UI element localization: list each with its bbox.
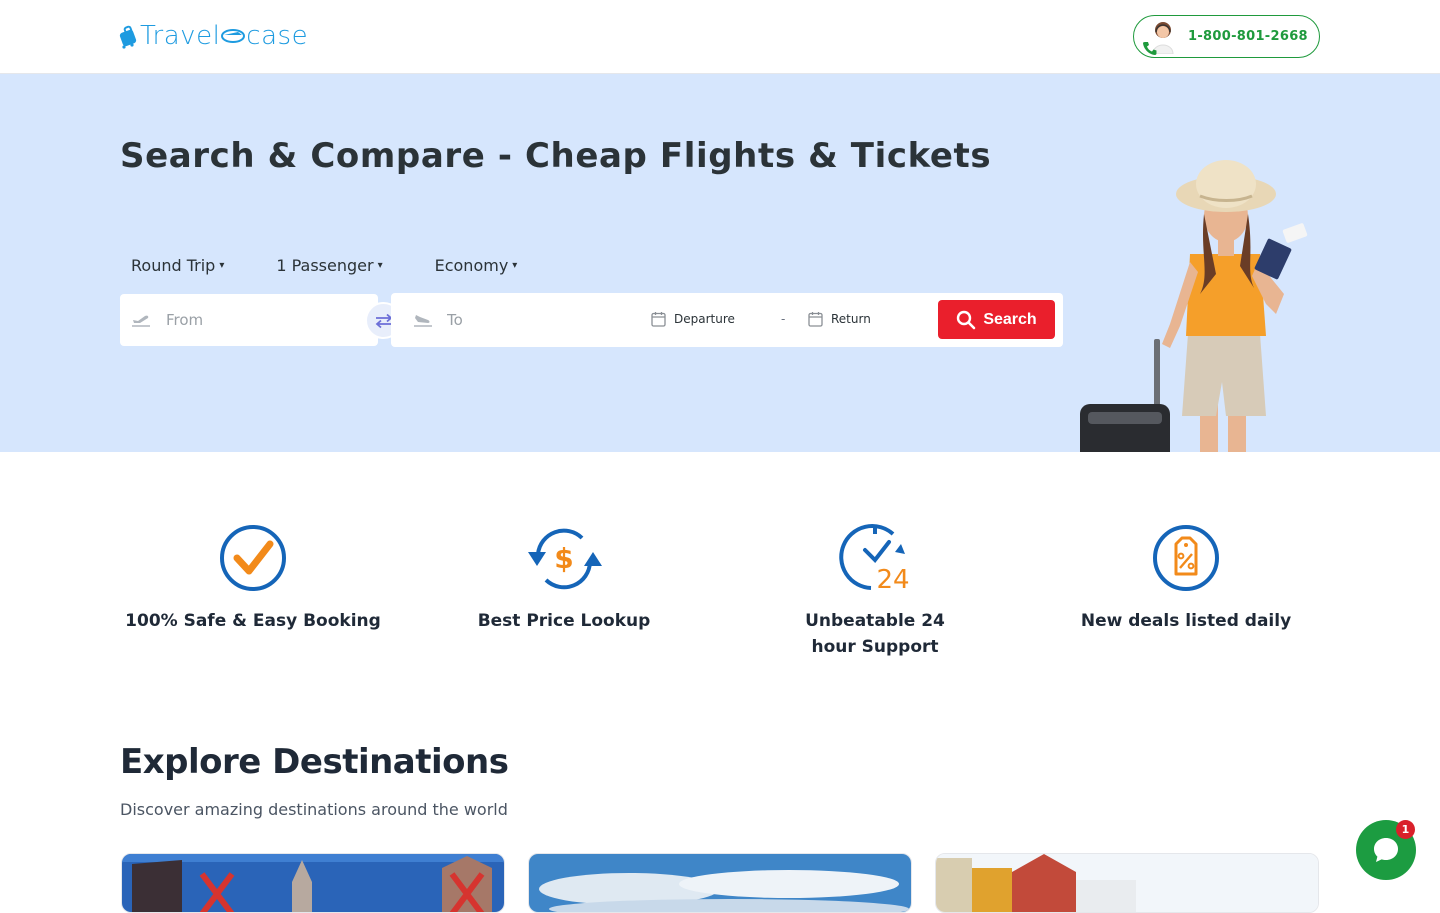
- departure-label: Departure: [674, 312, 735, 326]
- explore-title: Explore Destinations: [120, 742, 509, 782]
- feature-label: New deals listed daily: [1080, 611, 1292, 631]
- chevron-down-icon: ▾: [512, 260, 518, 271]
- return-date-picker[interactable]: Return: [808, 311, 871, 327]
- destination-card[interactable]: [528, 853, 912, 913]
- destination-card[interactable]: [935, 853, 1319, 913]
- hero-search-section: Search & Compare - Cheap Flights & Ticke…: [0, 74, 1440, 452]
- discount-tag-icon: [1153, 525, 1219, 591]
- passengers-label: 1 Passenger: [276, 256, 374, 275]
- search-button[interactable]: Search: [938, 300, 1055, 339]
- destination-image: [529, 854, 911, 912]
- feature-label: Best Price Lookup: [477, 611, 651, 631]
- logo-text-travel: Travel: [140, 21, 221, 51]
- feature-safe-booking: 100% Safe & Easy Booking: [113, 522, 393, 634]
- passengers-dropdown[interactable]: 1 Passenger ▾: [265, 254, 393, 277]
- chevron-down-icon: ▾: [377, 260, 383, 271]
- destination-image: [122, 854, 504, 912]
- chevron-down-icon: ▾: [219, 260, 225, 271]
- plane-takeoff-icon: [132, 315, 150, 327]
- date-separator: -: [781, 312, 786, 326]
- svg-text:$: $: [554, 542, 573, 575]
- destination-image: [936, 854, 1318, 912]
- clock-24-icon: 24: [839, 524, 910, 594]
- traveler-woman-image: [1080, 160, 1308, 452]
- explore-subtitle: Discover amazing destinations around the…: [120, 800, 508, 819]
- hero-title: Search & Compare - Cheap Flights & Ticke…: [120, 136, 992, 176]
- site-header: Travel case 1-800-801-2668: [0, 0, 1440, 74]
- chat-notification-badge: 1: [1396, 820, 1415, 839]
- search-options: Round Trip ▾ 1 Passenger ▾ Economy ▾: [120, 254, 558, 277]
- calendar-icon: [808, 312, 823, 327]
- departure-date-picker[interactable]: Departure: [651, 311, 735, 327]
- travelcase-logo[interactable]: Travel case: [118, 16, 308, 56]
- search-icon: [957, 310, 976, 329]
- cabin-class-dropdown[interactable]: Economy ▾: [424, 254, 529, 277]
- chat-bubble-icon: [1374, 838, 1398, 862]
- calendar-icon: [651, 312, 666, 327]
- feature-label: Unbeatable 24 hour Support: [805, 611, 945, 657]
- trip-type-dropdown[interactable]: Round Trip ▾: [120, 254, 235, 277]
- from-input[interactable]: [166, 308, 356, 332]
- feature-best-price: $ Best Price Lookup: [424, 522, 704, 634]
- phone-number: 1-800-801-2668: [1188, 29, 1308, 44]
- plane-logo-icon: [221, 29, 246, 43]
- trip-type-label: Round Trip: [131, 256, 216, 275]
- logo-text-case: case: [246, 21, 309, 51]
- feature-24h-support: 24 Unbeatable 24 hour Support: [735, 522, 1015, 660]
- svg-text:24: 24: [876, 565, 909, 594]
- cabin-class-label: Economy: [434, 256, 509, 275]
- support-agent-avatar: [1143, 20, 1176, 55]
- phone-icon: [1143, 41, 1157, 55]
- plane-landing-icon: [414, 315, 432, 327]
- return-label: Return: [831, 312, 871, 326]
- to-input[interactable]: [447, 308, 627, 332]
- price-refresh-icon: $: [528, 528, 602, 590]
- suitcase-logo-icon: [119, 25, 137, 49]
- feature-new-deals: New deals listed daily: [1046, 522, 1326, 634]
- feature-label: 100% Safe & Easy Booking: [125, 611, 381, 631]
- check-circle-icon: [220, 525, 286, 591]
- destination-card[interactable]: [121, 853, 505, 913]
- call-phone-button[interactable]: 1-800-801-2668: [1133, 15, 1320, 58]
- search-button-label: Search: [983, 310, 1037, 328]
- from-field-box: [120, 294, 378, 346]
